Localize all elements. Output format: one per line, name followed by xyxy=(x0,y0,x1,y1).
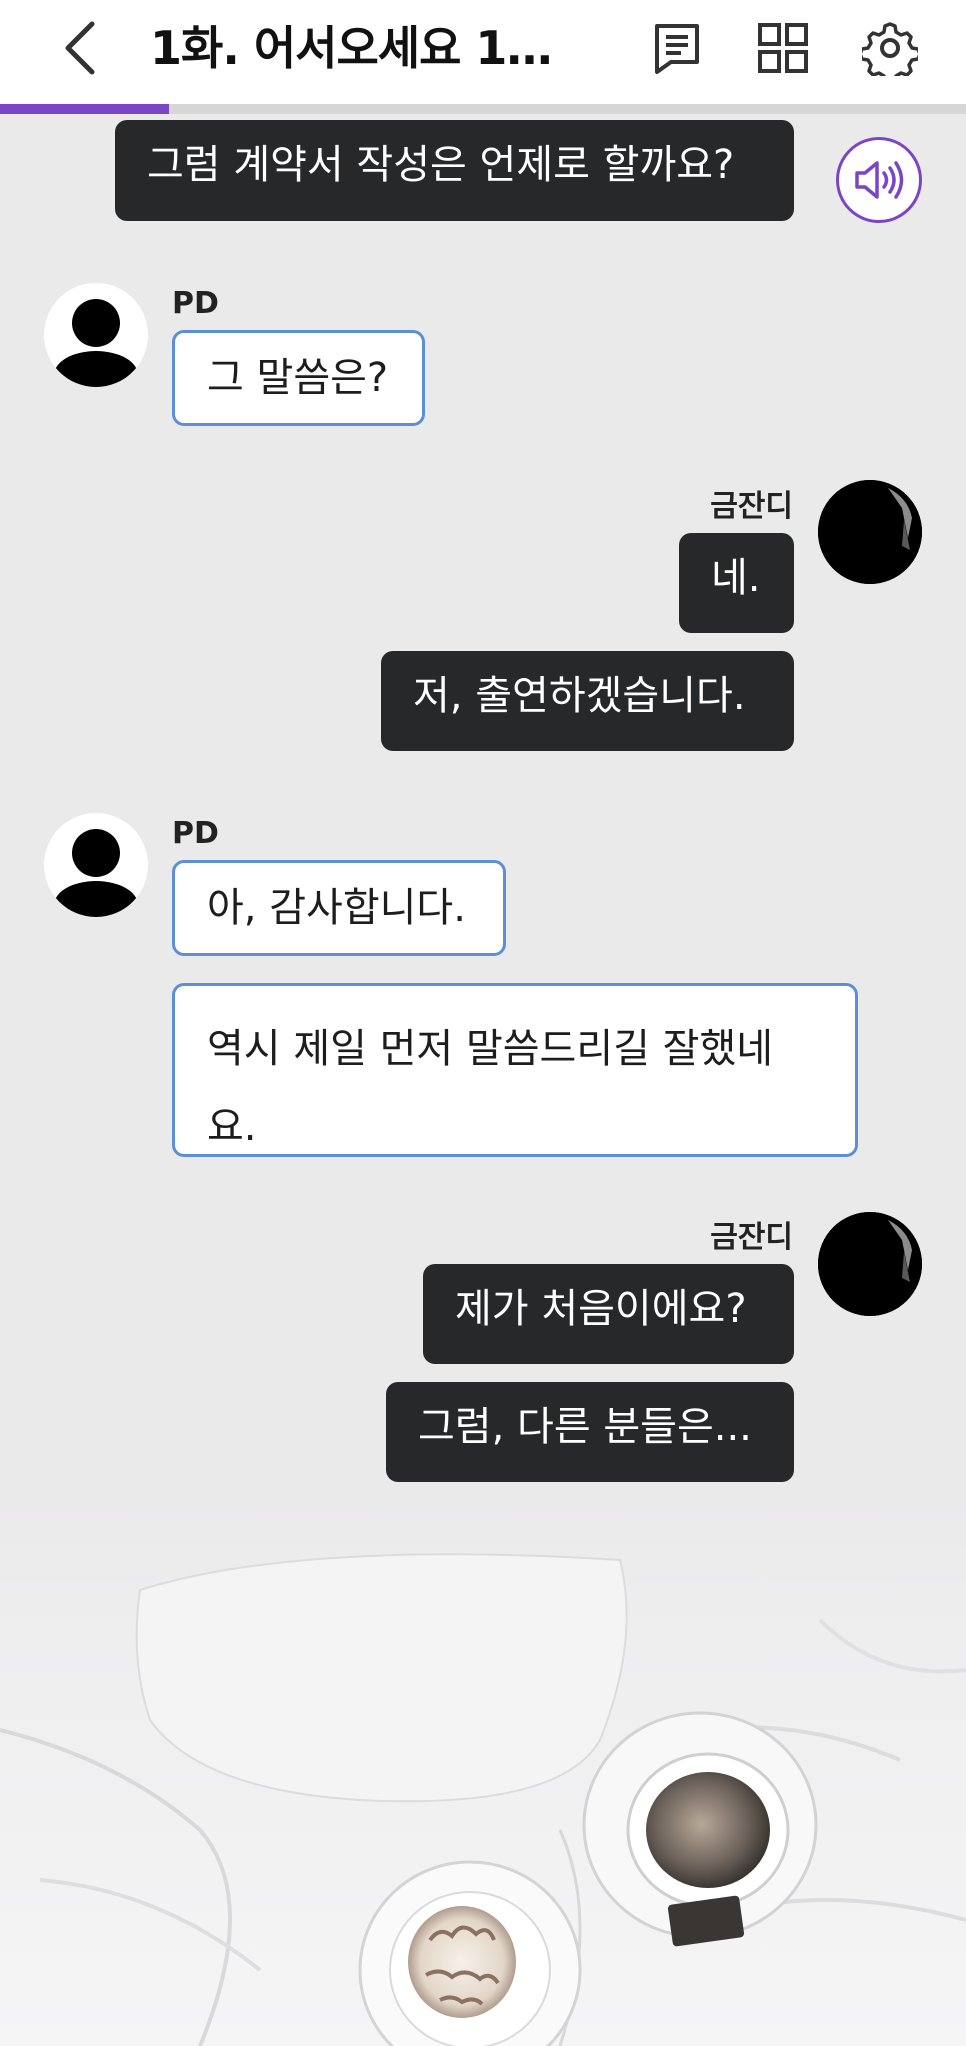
chat-bubble[interactable]: 제가 처음이에요? xyxy=(423,1264,794,1364)
avatar-pd xyxy=(44,813,148,917)
avatar-geumjandi xyxy=(818,1212,922,1316)
avatar-geumjandi xyxy=(818,480,922,584)
background-photo xyxy=(0,1500,966,2046)
back-button[interactable] xyxy=(50,18,110,78)
chat-bubble[interactable]: 아, 감사합니다. xyxy=(172,860,506,956)
sound-button[interactable] xyxy=(836,137,922,223)
speaker-name: PD xyxy=(172,816,219,851)
chat-bubble[interactable]: 그럼, 다른 분들은... xyxy=(386,1382,794,1482)
speaker-name: 금잔디 xyxy=(710,489,793,524)
notes-icon xyxy=(655,24,699,74)
progress-fill xyxy=(0,104,170,114)
person-icon xyxy=(54,299,138,387)
episode-title: 1화. 어서오세요 19... xyxy=(150,21,580,75)
chevron-left-icon xyxy=(65,21,95,75)
top-bar: 1화. 어서오세요 19... xyxy=(0,0,966,114)
gear-icon xyxy=(862,22,918,76)
avatar-pd xyxy=(44,283,148,387)
character-silhouette-icon xyxy=(818,480,922,584)
chat-bubble[interactable]: 그 말씀은? xyxy=(172,330,425,426)
notes-button[interactable] xyxy=(644,15,710,81)
progress-bar xyxy=(0,104,966,114)
chat-bubble[interactable]: 저, 출연하겠습니다. xyxy=(381,651,794,751)
bed-coffee-cake-illustration xyxy=(0,1500,966,2046)
chat-bubble[interactable]: 그럼 계약서 작성은 언제로 할까요? xyxy=(115,120,794,221)
chat-bubble[interactable]: 역시 제일 먼저 말씀드리길 잘했네 요. xyxy=(172,983,858,1157)
speaker-name: 금잔디 xyxy=(710,1220,793,1255)
settings-button[interactable] xyxy=(857,15,923,81)
person-icon xyxy=(54,829,138,917)
speaker-icon xyxy=(855,161,904,199)
grid-view-button[interactable] xyxy=(750,15,816,81)
speaker-name: PD xyxy=(172,286,219,321)
character-silhouette-icon xyxy=(818,1212,922,1316)
chat-bubble[interactable]: 네. xyxy=(679,533,794,633)
grid-icon xyxy=(758,23,808,73)
